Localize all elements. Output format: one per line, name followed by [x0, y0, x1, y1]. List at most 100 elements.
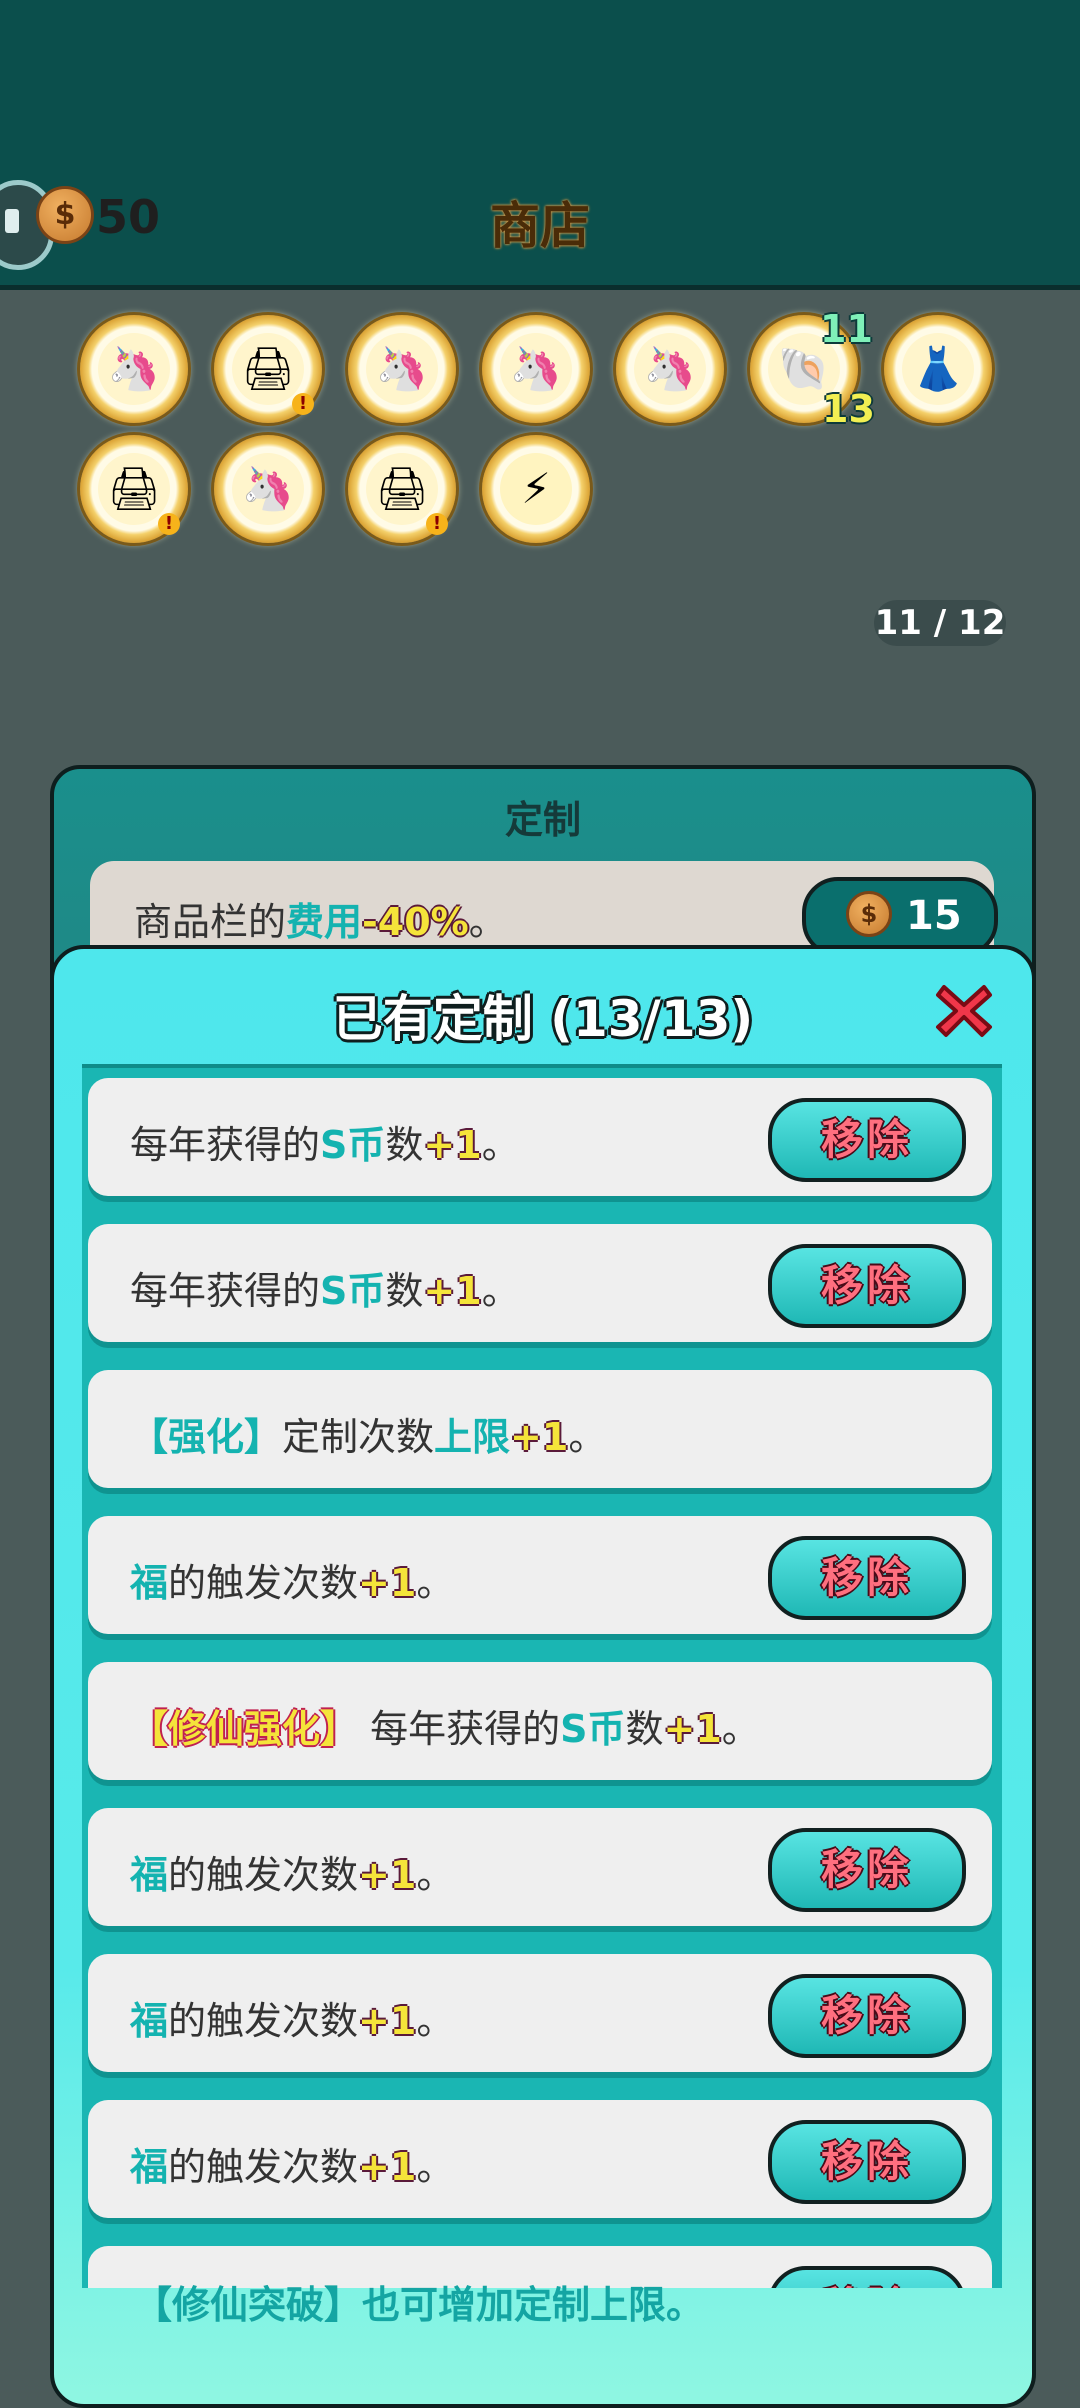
coin-icon: $ [846, 891, 892, 937]
text-segment: 定制次数 [282, 1415, 435, 1459]
warning-badge: ! [158, 513, 180, 535]
item-slot[interactable]: 🦄 [214, 435, 322, 543]
unicorn-icon: 🦄 [634, 333, 706, 405]
text-segment: 。 [416, 1999, 455, 2043]
custom-card-text: 福的触发次数+1。 [130, 1552, 454, 1607]
remove-button[interactable]: 移除 [768, 1244, 966, 1328]
item-slot[interactable]: 🖨! [214, 315, 322, 423]
custom-card: 福的触发次数+1。 移除 [88, 1516, 992, 1634]
text-segment: 福 [130, 1853, 169, 1897]
unicorn-icon: 🦄 [232, 453, 304, 525]
text-segment: 。 [416, 2145, 455, 2189]
custom-card: 福的触发次数+1。 移除 [88, 2100, 992, 2218]
top-bar: $ 50 商店 [0, 0, 1080, 290]
item-slot[interactable]: ⚡ [482, 435, 590, 543]
text-segment: 。 [721, 1707, 760, 1751]
text-segment: 上限 [434, 1415, 511, 1459]
page-title: 商店 [490, 197, 590, 255]
item-slot[interactable]: 🦄 [80, 315, 188, 423]
text-segment: +1 [358, 1561, 417, 1605]
text-segment: +1 [358, 1999, 417, 2043]
text-segment: +1 [358, 1853, 417, 1897]
text-segment: 。 [481, 1123, 520, 1167]
remove-button[interactable]: 移除 [768, 2120, 966, 2204]
owned-custom-modal: 已有定制 (13/13) 每年获得的S币数+1。 移除 每年获得的S币数+1。 移除【… [50, 945, 1036, 2408]
text-segment: +1 [423, 1123, 482, 1167]
custom-option-text: 商品栏的费用-40%。 [134, 891, 507, 946]
custom-card-text: 【修仙强化】 每年获得的S币数+1。 [130, 1698, 760, 1753]
text-segment: 数 [385, 1123, 424, 1167]
unicorn-icon: 🦄 [98, 333, 170, 405]
custom-card: 每年获得的S币数+1。 移除 [88, 1224, 992, 1342]
modal-title: 已有定制 (13/13) [332, 990, 754, 1048]
custom-card-text: 【强化】定制次数上限+1。 [130, 1406, 606, 1461]
custom-card-text: 每年获得的S币数+1。 [130, 1260, 520, 1315]
text-segment: 的触发次数 [168, 2145, 359, 2189]
text-segment: 的触发次数 [168, 1561, 359, 1605]
custom-card: 每年获得的S币数+1。 移除 [88, 1078, 992, 1196]
printer-icon: 🖨 [232, 333, 304, 405]
unicorn-icon: 🦄 [366, 333, 438, 405]
text-segment: S币 [560, 1707, 626, 1751]
custom-card-text: 福的触发次数+1。 [130, 1990, 454, 2045]
text-segment: 数 [385, 1269, 424, 1313]
unicorn-icon: 🦄 [500, 333, 572, 405]
custom-panel-title: 定制 [504, 798, 581, 842]
text-segment: 每年获得的 [130, 1123, 321, 1167]
item-slot[interactable]: 🐚 11 13 [750, 307, 875, 431]
item-slot[interactable]: 🖨! [348, 435, 456, 543]
text-segment: +1 [510, 1415, 569, 1459]
shell-count-top: 11 [820, 307, 873, 351]
remove-button[interactable]: 移除 [768, 1828, 966, 1912]
item-slot[interactable]: 🦄 [348, 315, 456, 423]
custom-card: 【强化】定制次数上限+1。 [88, 1370, 992, 1488]
text-segment: +1 [423, 1269, 482, 1313]
item-slot[interactable]: 🦄 [482, 315, 590, 423]
text-segment: 。 [416, 1561, 455, 1605]
custom-card-text: 福的触发次数+1。 [130, 1844, 454, 1899]
option-suffix: 。 [468, 900, 507, 944]
footer-note: 【修仙突破】也可增加定制上限。 [134, 2283, 705, 2327]
option-value: -40% [362, 900, 469, 944]
item-slot[interactable]: 🦄 [616, 315, 724, 423]
custom-card: 福的触发次数+1。 移除 [88, 1808, 992, 1926]
text-segment: S币 [320, 1123, 386, 1167]
warning-badge: ! [292, 393, 314, 415]
item-slot[interactable]: 👗 [884, 315, 992, 423]
close-button[interactable] [934, 981, 994, 1041]
custom-card: 福的触发次数+1。 移除 [88, 1954, 992, 2072]
warning-badge: ! [426, 513, 448, 535]
skirt-icon: 👗 [902, 333, 974, 405]
printer-icon: 🖨 [366, 453, 438, 525]
text-segment: 。 [568, 1415, 607, 1459]
text-segment: 每年获得的 [358, 1707, 561, 1751]
text-segment: 的触发次数 [168, 1853, 359, 1897]
lightning-icon: ⚡ [500, 453, 572, 525]
close-icon [936, 985, 992, 1037]
text-segment: 。 [481, 1269, 520, 1313]
text-segment: 福 [130, 1999, 169, 2043]
item-slot[interactable]: 🖨! [80, 435, 188, 543]
text-segment: 【强化】 [130, 1415, 283, 1459]
text-segment: 【修仙强化】 [130, 1707, 359, 1751]
text-segment: S币 [320, 1269, 386, 1313]
custom-card-text: 每年获得的S币数+1。 [130, 1114, 520, 1169]
remove-button[interactable]: 移除 [768, 1536, 966, 1620]
remove-button[interactable]: 移除 [768, 2266, 966, 2288]
option-keyword: 费用 [286, 900, 363, 944]
text-segment: 数 [625, 1707, 664, 1751]
text-segment: 福 [130, 2145, 169, 2189]
custom-card: 【修仙强化】 每年获得的S币数+1。 [88, 1662, 992, 1780]
shell-count-bottom: 13 [822, 387, 875, 431]
printer-icon: 🖨 [98, 453, 170, 525]
custom-list[interactable]: 每年获得的S币数+1。 移除 每年获得的S币数+1。 移除 【强化】定制次数上限+1。福… [82, 1064, 1002, 2288]
remove-button[interactable]: 移除 [768, 1974, 966, 2058]
text-segment: 。 [416, 1853, 455, 1897]
page-indicator: 11 / 12 [874, 600, 1006, 646]
remove-button[interactable]: 移除 [768, 1098, 966, 1182]
text-segment: +1 [663, 1707, 722, 1751]
text-segment: +1 [358, 2145, 417, 2189]
option-prefix: 商品栏的 [134, 900, 287, 944]
text-segment: 的触发次数 [168, 1999, 359, 2043]
cost-value: 15 [906, 893, 962, 939]
